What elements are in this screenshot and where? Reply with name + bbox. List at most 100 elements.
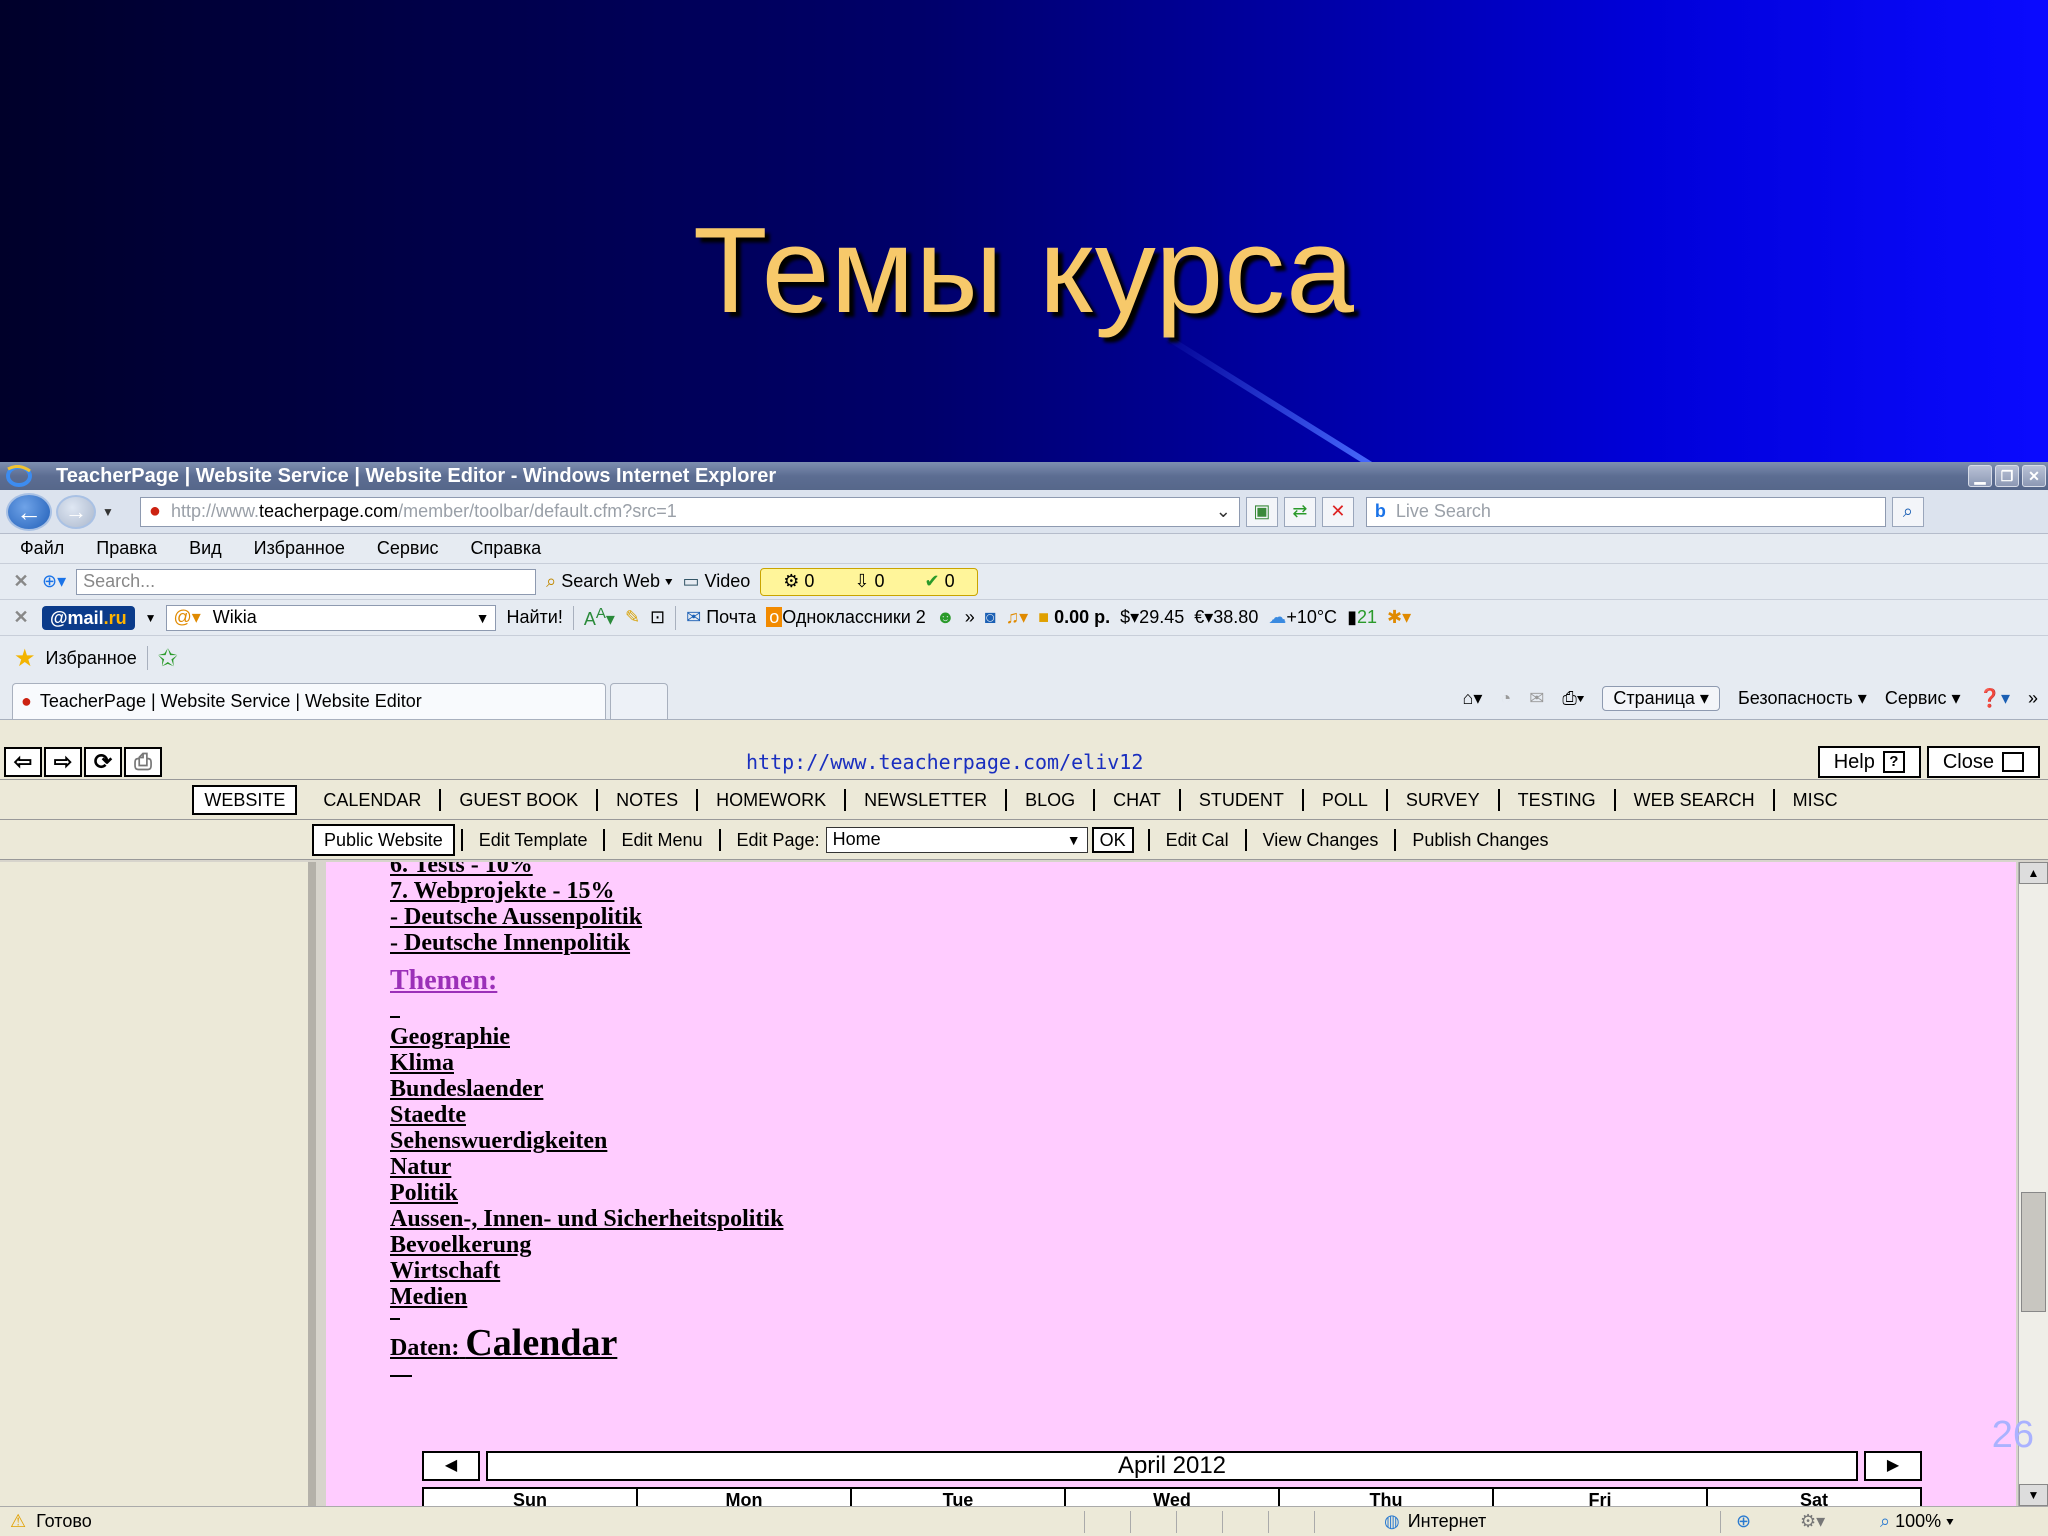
toolbar-logo-icon[interactable]: ⊕▾: [42, 571, 66, 592]
next-month-button[interactable]: ▶: [1864, 1451, 1922, 1481]
scroll-thumb[interactable]: [2021, 1192, 2046, 1312]
topic-link[interactable]: Bundeslaender: [390, 1076, 783, 1102]
counter-downloads[interactable]: ⇩ 0: [854, 571, 884, 592]
print-icon[interactable]: ⎙▾: [1562, 688, 1584, 709]
page-menu-button[interactable]: Страница ▾: [1602, 686, 1720, 711]
calendar-link[interactable]: Calendar: [465, 1322, 617, 1364]
help-button[interactable]: Help?: [1817, 746, 1921, 778]
nav-calendar[interactable]: CALENDAR: [305, 788, 442, 811]
topic-link[interactable]: Wirtschaft: [390, 1258, 783, 1284]
nav-homework[interactable]: HOMEWORK: [698, 788, 847, 811]
home-icon[interactable]: ⌂▾: [1462, 688, 1482, 709]
nav-survey[interactable]: SURVEY: [1388, 788, 1500, 811]
content-line[interactable]: 6. Tests - 10%: [390, 862, 783, 878]
security-zone[interactable]: ◍ Интернет: [1384, 1511, 1486, 1532]
nav-testing[interactable]: TESTING: [1500, 788, 1616, 811]
history-dropdown-icon[interactable]: ▼: [102, 505, 114, 519]
nav-web-search[interactable]: WEB SEARCH: [1616, 788, 1775, 811]
weather-button[interactable]: ☁+10°C: [1268, 607, 1337, 628]
find-button[interactable]: Найти!: [506, 607, 562, 628]
minimize-button[interactable]: ▁: [1968, 465, 1992, 487]
help-icon[interactable]: ❓▾: [1979, 688, 2010, 709]
vertical-scrollbar[interactable]: ▲ ▼: [2018, 862, 2048, 1506]
scroll-down-arrow[interactable]: ▼: [2019, 1484, 2048, 1506]
content-line[interactable]: 7. Webprojekte - 15%: [390, 878, 783, 904]
counter-checks[interactable]: ✔ 0: [925, 571, 955, 592]
back-button[interactable]: ←: [6, 492, 52, 531]
protected-mode-icon[interactable]: ⊕: [1736, 1511, 1751, 1532]
music-icon[interactable]: ♫▾: [1006, 607, 1029, 628]
restore-button[interactable]: ❐: [1995, 465, 2019, 487]
security-menu-button[interactable]: Безопасность ▾: [1738, 688, 1867, 709]
close-window-button[interactable]: ✕: [2022, 465, 2046, 487]
site-url[interactable]: http://www.teacherpage.com/eliv12: [746, 750, 1143, 774]
mailru-dropdown-icon[interactable]: ▼: [145, 611, 157, 625]
topic-link[interactable]: Klima: [390, 1050, 783, 1076]
traffic-button[interactable]: ▮21: [1347, 607, 1377, 628]
close-toolbar-icon[interactable]: ✕: [10, 571, 32, 592]
close-button[interactable]: Close: [1926, 746, 2040, 778]
agent-icon[interactable]: ☻: [936, 607, 955, 628]
prev-month-button[interactable]: ◀: [422, 1451, 480, 1481]
read-mail-icon[interactable]: ✉: [1529, 688, 1544, 709]
nav-notes[interactable]: NOTES: [598, 788, 699, 811]
topic-link[interactable]: Natur: [390, 1154, 783, 1180]
mail-button[interactable]: ✉ Почта: [686, 607, 756, 628]
topic-link[interactable]: Geographie: [390, 1024, 783, 1050]
url-dropdown-icon[interactable]: ⌄: [1216, 501, 1231, 522]
refresh-icon[interactable]: ⟳: [84, 746, 122, 777]
mailru-logo[interactable]: @mail.ru: [42, 605, 135, 630]
nav-student[interactable]: STUDENT: [1181, 788, 1304, 811]
live-search-input[interactable]: b Live Search: [1365, 496, 1886, 527]
more-commands-icon[interactable]: »: [2028, 688, 2038, 709]
nav-chat[interactable]: CHAT: [1095, 788, 1181, 811]
nav-newsletter[interactable]: NEWSLETTER: [846, 788, 1008, 811]
menu-file[interactable]: Файл: [20, 538, 64, 559]
topic-link[interactable]: Staedte: [390, 1102, 783, 1128]
more-chevron-icon[interactable]: »: [965, 607, 975, 628]
search-web-button[interactable]: ⌕ Search Web ▾: [546, 571, 672, 592]
content-line[interactable]: - Deutsche Aussenpolitik: [390, 904, 783, 930]
service-menu-button[interactable]: Сервис ▾: [1885, 688, 1961, 709]
compatibility-icon[interactable]: ▣: [1245, 496, 1278, 527]
settings-icon[interactable]: ✱▾: [1387, 607, 1411, 628]
menu-favorites[interactable]: Избранное: [254, 538, 345, 559]
public-website-button[interactable]: Public Website: [312, 823, 455, 856]
search-icon[interactable]: ⌕: [1891, 496, 1924, 527]
nav-blog[interactable]: BLOG: [1007, 788, 1096, 811]
nav-guest-book[interactable]: GUEST BOOK: [441, 788, 599, 811]
print-icon[interactable]: ⎙: [124, 746, 162, 777]
wikia-search-input[interactable]: @▾ Wikia ▼: [166, 604, 497, 631]
topic-link[interactable]: Medien: [390, 1284, 783, 1310]
close-toolbar-icon[interactable]: ✕: [10, 607, 32, 628]
stop-icon[interactable]: ✕: [1321, 496, 1354, 527]
edit-menu-link[interactable]: Edit Menu: [605, 828, 721, 851]
scroll-up-arrow[interactable]: ▲: [2019, 862, 2048, 884]
screenshot-icon[interactable]: ⊡: [650, 607, 665, 628]
content-line[interactable]: - Deutsche Innenpolitik: [390, 930, 783, 956]
wallet-button[interactable]: ■ 0.00 р.: [1038, 607, 1110, 628]
counter-links[interactable]: ⚙ 0: [783, 571, 814, 592]
nav-misc[interactable]: MISC: [1775, 789, 1856, 811]
zoom-level[interactable]: ⌕ 100% ▾: [1880, 1511, 1954, 1532]
underscore-link[interactable]: [390, 1008, 400, 1018]
view-changes-link[interactable]: View Changes: [1247, 828, 1397, 851]
highlighter-icon[interactable]: ✎: [625, 607, 640, 628]
forward-button[interactable]: →: [56, 494, 96, 529]
page-select[interactable]: Home ▼: [825, 826, 1088, 853]
url-input[interactable]: ● http://www. teacherpage.com/member/tool…: [139, 496, 1240, 527]
menu-help[interactable]: Справка: [471, 538, 542, 559]
underscore-link[interactable]: [390, 1367, 412, 1377]
themen-heading[interactable]: Themen:: [390, 967, 783, 995]
nav-website[interactable]: WEBSITE: [192, 784, 298, 815]
menu-tools[interactable]: Сервис: [377, 538, 439, 559]
mailru-agent-icon[interactable]: ◙: [985, 607, 996, 628]
usd-rate[interactable]: $▾29.45: [1120, 607, 1184, 628]
topic-link[interactable]: Politik: [390, 1180, 783, 1206]
edit-cal-link[interactable]: Edit Cal: [1147, 828, 1247, 851]
eur-rate[interactable]: €▾38.80: [1194, 607, 1258, 628]
ok-button[interactable]: OK: [1091, 826, 1134, 853]
font-size-icon[interactable]: AA▾: [584, 605, 615, 630]
popup-blocker-icon[interactable]: ⚙▾: [1800, 1511, 1825, 1532]
new-tab-button[interactable]: [610, 683, 668, 719]
